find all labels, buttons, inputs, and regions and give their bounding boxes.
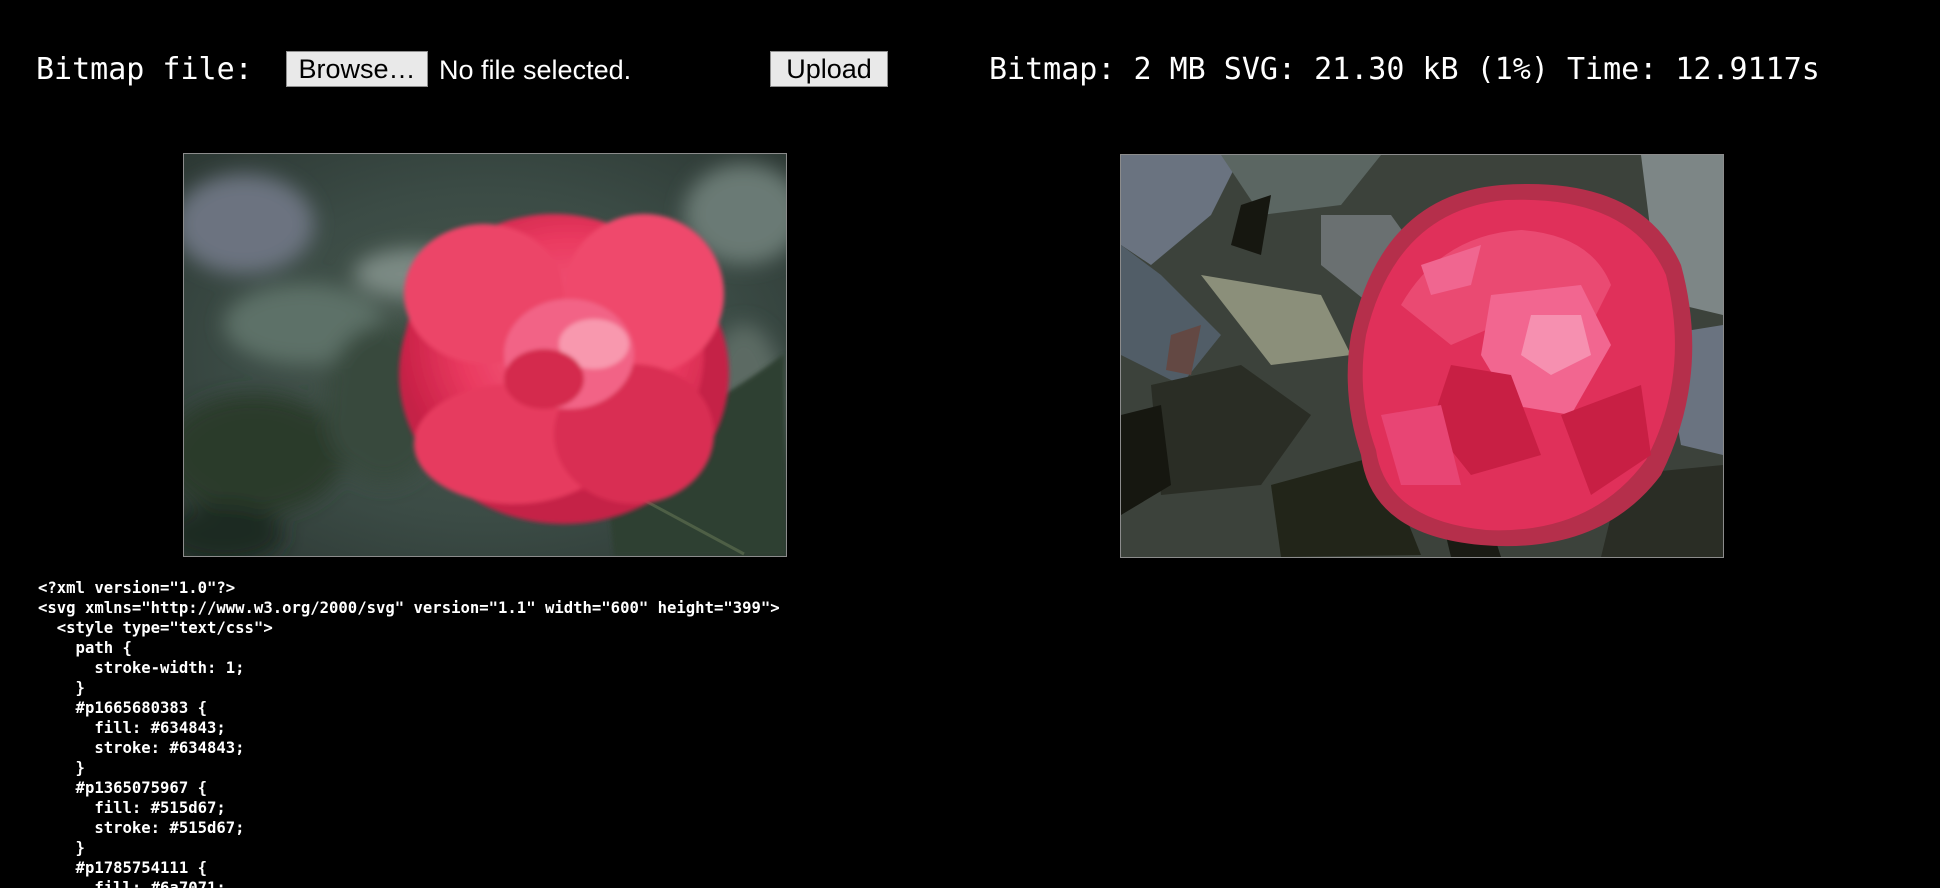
code-line: } — [38, 759, 85, 777]
code-line: stroke: #634843; — [38, 739, 245, 757]
code-line: stroke-width: 1; — [38, 659, 245, 677]
original-bitmap-image — [183, 153, 787, 557]
code-line: #p1365075967 { — [38, 779, 207, 797]
code-line: fill: #634843; — [38, 719, 226, 737]
code-line: #p1785754111 { — [38, 859, 207, 877]
browse-button[interactable]: Browse… — [286, 51, 428, 87]
code-line: <?xml version="1.0"?> — [38, 579, 236, 597]
no-file-selected-text: No file selected. — [439, 55, 632, 85]
svg-source-code: <?xml version="1.0"?> <svg xmlns="http:/… — [38, 578, 780, 888]
code-line: fill: #515d67; — [38, 799, 226, 817]
code-line: } — [38, 839, 85, 857]
code-line: stroke: #515d67; — [38, 819, 245, 837]
vectorized-svg-image — [1120, 154, 1724, 558]
code-line: path { — [38, 639, 132, 657]
code-line: #p1665680383 { — [38, 699, 207, 717]
upload-button[interactable]: Upload — [770, 51, 888, 87]
code-line: fill: #6a7071; — [38, 879, 226, 888]
code-line: <svg xmlns="http://www.w3.org/2000/svg" … — [38, 599, 780, 617]
code-line: <style type="text/css"> — [38, 619, 273, 637]
file-label: Bitmap file: — [36, 52, 253, 87]
code-line: } — [38, 679, 85, 697]
conversion-stats: Bitmap: 2 MB SVG: 21.30 kB (1%) Time: 12… — [989, 52, 1820, 87]
